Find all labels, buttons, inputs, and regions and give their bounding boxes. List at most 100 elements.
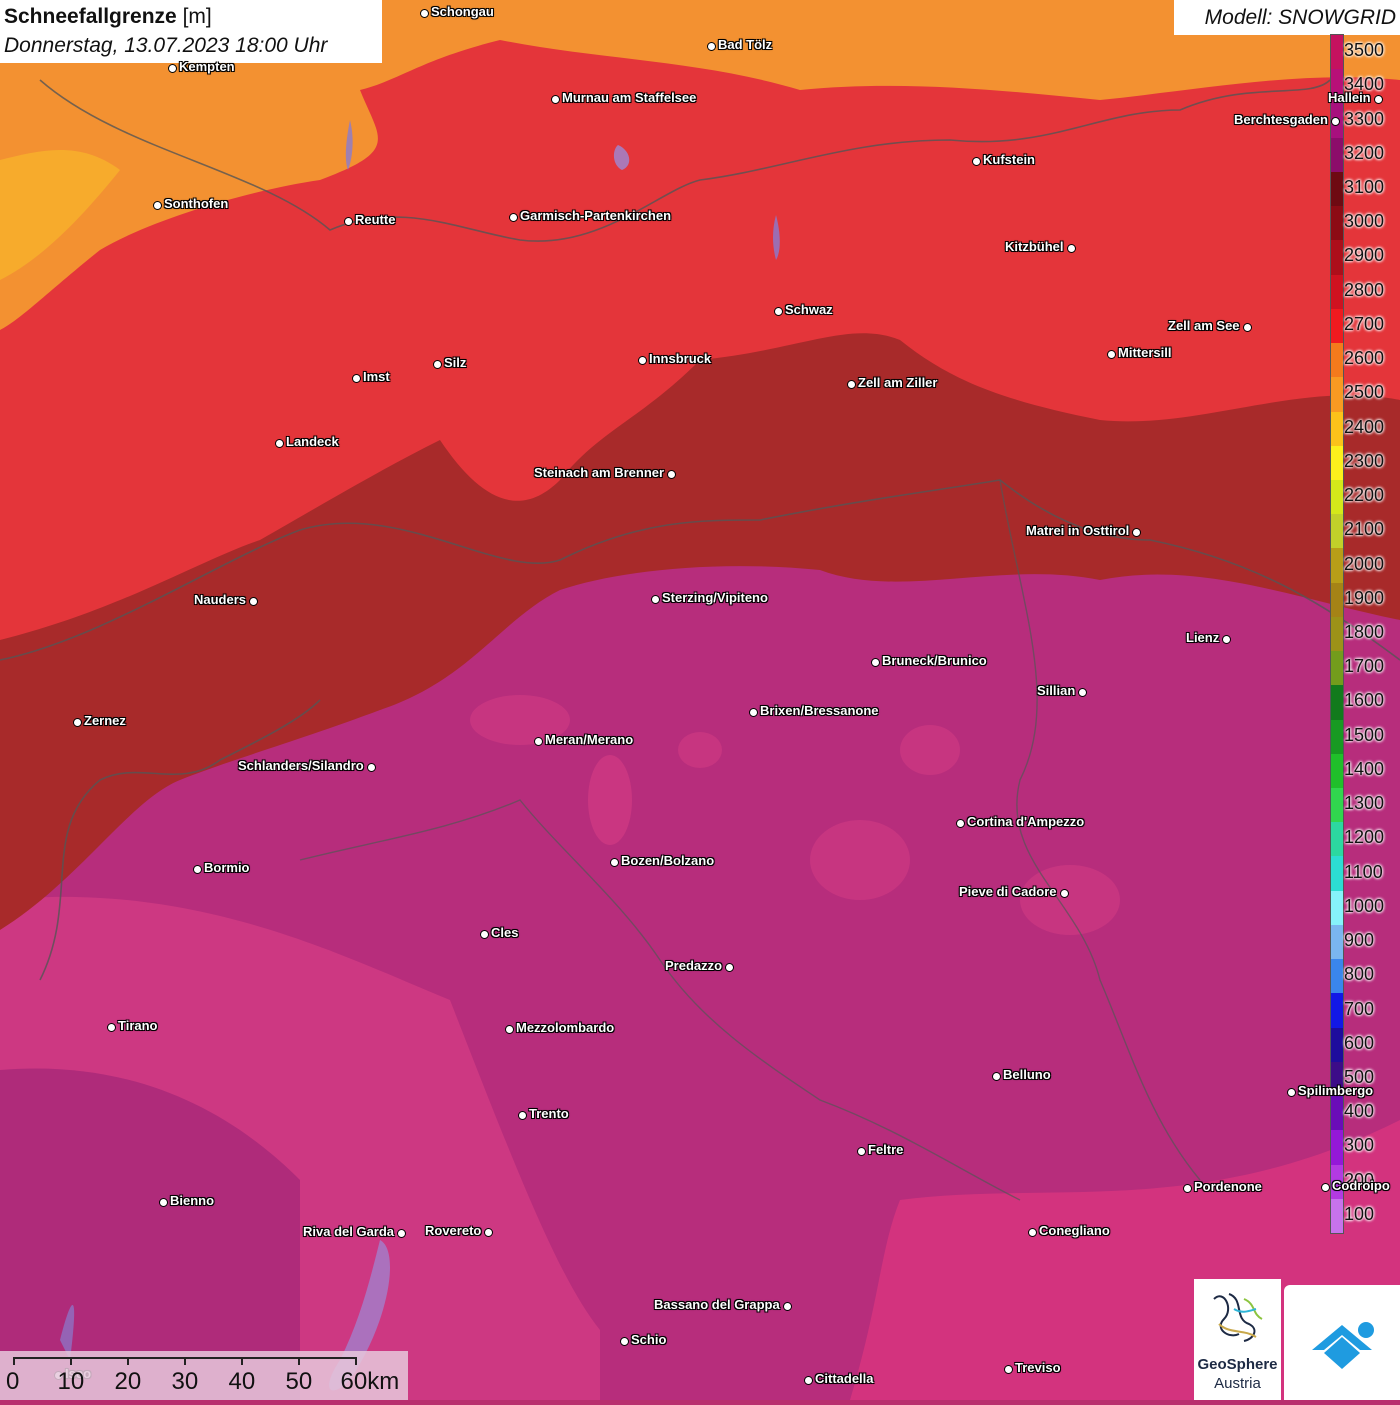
geosphere-logo-icon [1213,1293,1263,1342]
legend-swatch [1331,377,1343,412]
legend-label: 1400 [1344,758,1385,779]
city-label: Bruneck/Brunico [882,653,987,668]
legend-label: 1800 [1344,622,1385,642]
city-marker [484,1228,493,1237]
legend-swatch [1331,1027,1343,1063]
legend-label: 1100 [1344,861,1383,882]
city-marker [667,470,676,479]
city-marker [1067,244,1076,253]
color-legend [1330,34,1344,1234]
city-marker [1004,1365,1013,1374]
pink-blob [588,755,632,845]
city-label: Codroipo [1332,1178,1390,1193]
city-marker [725,963,734,972]
legend-label: 2900 [1344,245,1385,266]
pink-blob [810,820,910,900]
legend-swatch [1331,1096,1343,1131]
scale-label: 50 [285,1368,313,1395]
city-marker [397,1229,406,1238]
city-label: Trento [529,1106,569,1121]
legend-swatch [1331,616,1343,652]
title-box: Schneefallgrenze [m] Donnerstag, 13.07.2… [0,0,382,63]
city-label: Mezzolombardo [516,1020,615,1035]
legend-swatch [1331,651,1343,686]
city-label: Schwaz [785,302,833,317]
scale-label: 60km [340,1368,400,1395]
legend-swatch [1331,445,1343,481]
city-label: Spilimbergo [1298,1083,1374,1098]
city-marker [1132,528,1141,537]
legend-label: 2100 [1344,519,1385,540]
legend-swatch [1331,171,1343,207]
scale-tick [184,1357,186,1365]
legend-swatch [1331,719,1343,755]
map-title-unit: [m] [182,5,212,28]
legend-label: 1000 [1344,895,1385,916]
legend-label: 3500 [1344,40,1385,61]
pink-blob [900,725,960,775]
legend-swatch [1331,548,1343,584]
pink-blob [1020,865,1120,935]
legend-swatch [1331,788,1343,823]
city-label: Feltre [868,1142,904,1157]
city-marker [956,819,965,828]
legend-label: 2300 [1344,450,1385,471]
city-label: Landeck [286,434,339,449]
city-marker [651,595,660,604]
city-label: Belluno [1003,1067,1051,1082]
city-marker [972,157,981,166]
scale-label: 40 [228,1368,256,1395]
city-label: Nauders [194,592,247,607]
city-label: Zell am Ziller [858,375,938,390]
city-marker [1107,350,1116,359]
scale-tick [127,1357,129,1365]
legend-label: 600 [1344,1032,1375,1053]
city-label: Conegliano [1039,1223,1110,1238]
city-marker [275,439,284,448]
city-label: Bormio [204,860,250,875]
legend-label: 2200 [1344,485,1385,506]
city-label: Garmisch-Partenkirchen [520,208,672,223]
city-marker [518,1111,527,1120]
legend-swatch [1331,1130,1343,1166]
legend-label: 3300 [1344,108,1385,129]
legend-swatch [1331,753,1343,789]
legend-label: 800 [1344,964,1375,985]
legend-label: 1200 [1344,827,1385,848]
city-marker [367,763,376,772]
legend-swatch [1331,822,1343,857]
city-marker [871,658,880,667]
city-marker [153,201,162,210]
legend-swatch [1331,343,1343,378]
city-marker [804,1376,813,1385]
city-marker [749,708,758,717]
scale-tick [298,1357,300,1365]
city-label: Schlanders/Silandro [238,758,364,773]
scale-label: 10 [57,1368,85,1395]
city-label: Zernez [84,713,126,728]
city-marker [509,213,518,222]
city-label: Matrei in Osttirol [1026,523,1130,538]
legend-swatch [1331,959,1343,994]
legend-label: 1500 [1344,724,1385,745]
city-marker [1183,1184,1192,1193]
scale-label: 30 [171,1368,199,1395]
legend-swatch [1331,514,1343,549]
legend-label: 2400 [1344,416,1385,437]
city-label: Meran/Merano [545,732,634,747]
city-label: Schongau [431,4,494,19]
legend-label: 1300 [1344,793,1385,814]
city-marker [551,95,560,104]
legend-label: 3000 [1344,211,1385,232]
city-marker [480,930,489,939]
city-marker [992,1072,1001,1081]
city-label: Sillian [1037,683,1076,698]
weather-app-logo[interactable] [1284,1285,1400,1400]
city-label: Kitzbühel [1005,239,1064,254]
legend-swatch [1331,1198,1343,1234]
city-marker [847,380,856,389]
city-label: Bienno [170,1193,215,1208]
city-label: Cittadella [815,1371,874,1386]
legend-swatch [1331,137,1343,173]
legend-label: 100 [1344,1203,1375,1224]
